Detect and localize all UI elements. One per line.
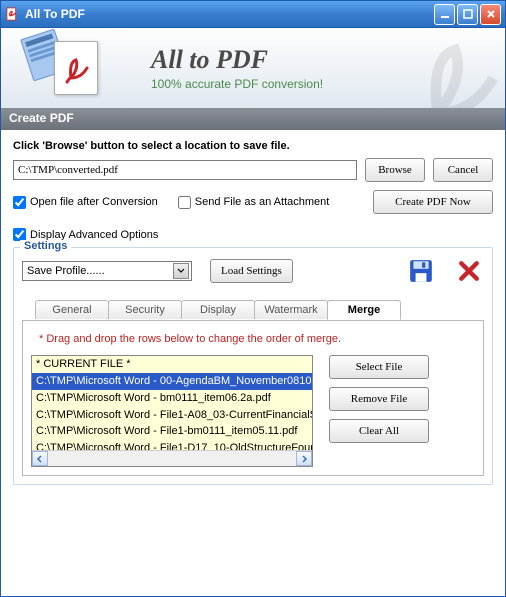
settings-legend: Settings <box>20 240 71 252</box>
save-icon-button[interactable] <box>406 258 436 284</box>
create-pdf-button[interactable]: Create PDF Now <box>373 190 493 214</box>
dropdown-arrow-icon <box>173 263 189 279</box>
load-settings-button[interactable]: Load Settings <box>210 259 293 283</box>
scroll-right-button[interactable] <box>296 451 312 466</box>
select-file-button[interactable]: Select File <box>329 355 429 379</box>
list-item[interactable]: C:\TMP\Microsoft Word - File1-D17_10-Old… <box>32 440 312 450</box>
scroll-left-button[interactable] <box>32 451 48 466</box>
horizontal-scrollbar[interactable] <box>32 450 312 466</box>
scroll-track[interactable] <box>48 451 296 466</box>
tab-security[interactable]: Security <box>108 300 182 319</box>
tab-display[interactable]: Display <box>181 300 255 319</box>
banner: All to PDF 100% accurate PDF conversion! <box>0 28 506 108</box>
merge-hint: * Drag and drop the rows below to change… <box>39 333 475 345</box>
save-profile-value: Save Profile...... <box>27 265 105 277</box>
remove-file-button[interactable]: Remove File <box>329 387 429 411</box>
tab-content: GeneralSecurityDisplayWatermarkMerge * D… <box>22 320 484 476</box>
list-item[interactable]: C:\TMP\Microsoft Word - bm0111_item06.2a… <box>32 390 312 407</box>
delete-icon-button[interactable] <box>454 258 484 284</box>
send-attachment-checkbox[interactable]: Send File as an Attachment <box>178 196 330 209</box>
content: Click 'Browse' button to select a locati… <box>0 130 506 597</box>
browse-button[interactable]: Browse <box>365 158 425 182</box>
settings-fieldset: Settings Save Profile...... Load Setting… <box>13 247 493 485</box>
minimize-button[interactable] <box>434 4 455 25</box>
tab-general[interactable]: General <box>35 300 109 319</box>
open-after-checkbox[interactable]: Open file after Conversion <box>13 196 158 209</box>
titlebar[interactable]: All To PDF <box>0 0 506 28</box>
cancel-button[interactable]: Cancel <box>433 158 493 182</box>
list-item[interactable]: C:\TMP\Microsoft Word - File1-bm0111_ite… <box>32 423 312 440</box>
close-button[interactable] <box>480 4 501 25</box>
app-icon <box>5 6 21 22</box>
watermark-icon <box>385 28 506 108</box>
floppy-disk-icon <box>408 258 434 284</box>
list-item[interactable]: C:\TMP\Microsoft Word - File1-A08_03-Cur… <box>32 407 312 424</box>
instruction-text: Click 'Browse' button to select a locati… <box>13 140 493 152</box>
display-advanced-label: Display Advanced Options <box>30 229 158 241</box>
list-header: * CURRENT FILE * <box>32 356 312 373</box>
maximize-button[interactable] <box>457 4 478 25</box>
pdf-icon <box>54 41 98 95</box>
delete-x-icon <box>458 260 480 282</box>
section-header: Create PDF <box>0 108 506 130</box>
send-attachment-label: Send File as an Attachment <box>195 196 330 208</box>
list-item[interactable]: C:\TMP\Microsoft Word - 00-AgendaBM_Nove… <box>32 373 312 390</box>
tab-merge[interactable]: Merge <box>327 300 401 320</box>
file-list-box[interactable]: * CURRENT FILE *C:\TMP\Microsoft Word - … <box>31 355 313 467</box>
save-profile-dropdown[interactable]: Save Profile...... <box>22 261 192 281</box>
clear-all-button[interactable]: Clear All <box>329 419 429 443</box>
open-after-label: Open file after Conversion <box>30 196 158 208</box>
tab-bar: GeneralSecurityDisplayWatermarkMerge <box>35 300 400 319</box>
window-title: All To PDF <box>25 7 434 21</box>
tab-watermark[interactable]: Watermark <box>254 300 328 319</box>
banner-icon-box <box>1 41 151 95</box>
save-path-input[interactable] <box>13 160 357 180</box>
